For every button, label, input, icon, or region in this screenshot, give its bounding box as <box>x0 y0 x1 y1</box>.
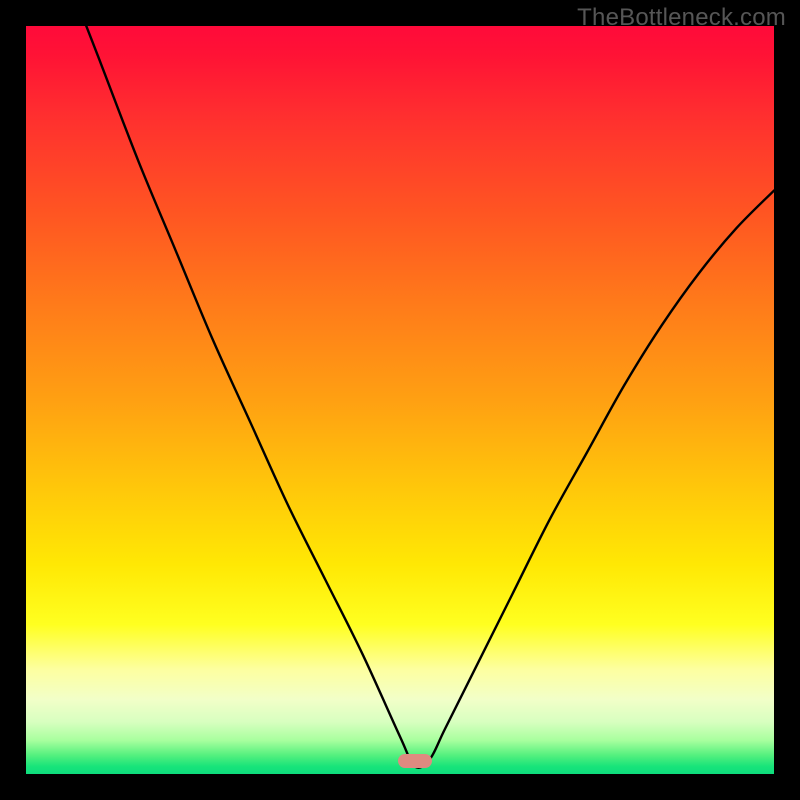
chart-root: TheBottleneck.com <box>0 0 800 800</box>
bottleneck-curve <box>26 26 774 774</box>
plot-area <box>26 26 774 774</box>
optimal-marker <box>398 754 432 768</box>
